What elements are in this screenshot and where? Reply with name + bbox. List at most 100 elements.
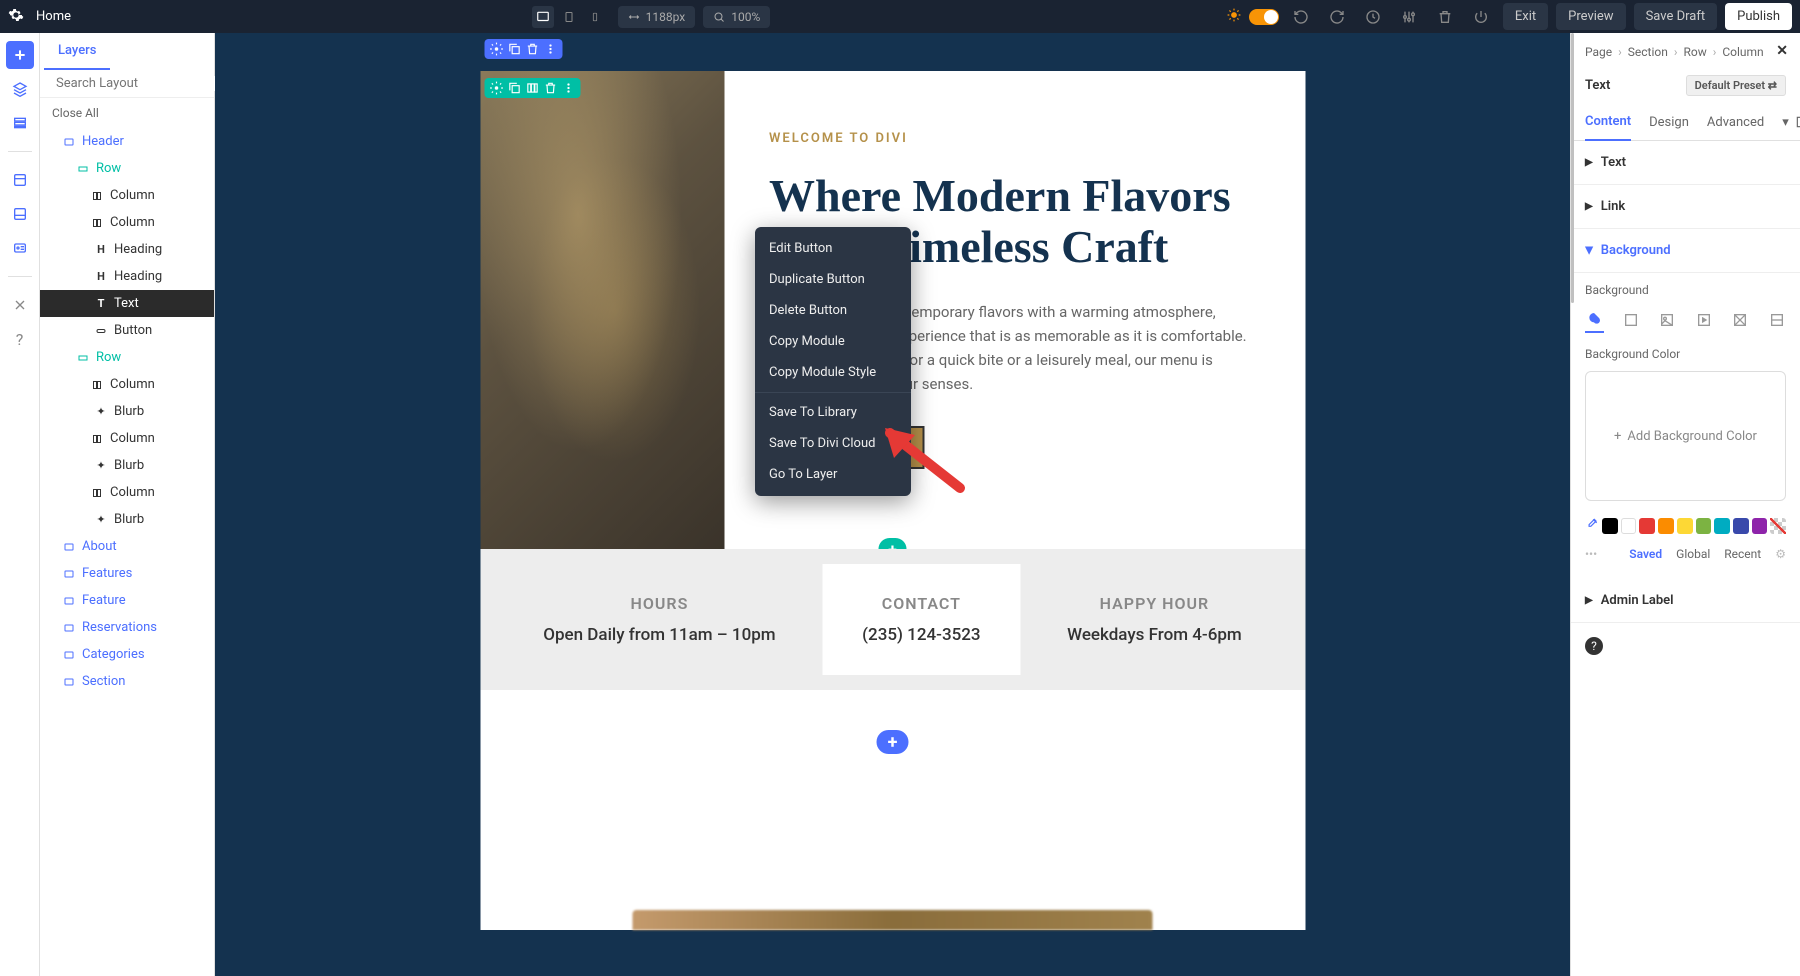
preview-button[interactable]: Preview: [1556, 3, 1625, 30]
mobile-device-btn[interactable]: [584, 6, 606, 28]
layer-item-heading[interactable]: HHeading: [40, 236, 214, 263]
layer-item-blurb[interactable]: ✦Blurb: [40, 398, 214, 425]
zoom-input[interactable]: 100%: [703, 6, 770, 28]
redo-icon[interactable]: [1323, 3, 1351, 31]
layer-item-button[interactable]: Button: [40, 317, 214, 344]
layer-item-categories[interactable]: Categories: [40, 641, 214, 668]
swatch-tab-global[interactable]: Global: [1676, 547, 1710, 561]
add-section-button[interactable]: +: [877, 730, 909, 754]
columns-icon[interactable]: [525, 81, 539, 95]
swatch-settings-icon[interactable]: ⚙: [1775, 547, 1786, 561]
exit-button[interactable]: Exit: [1503, 3, 1548, 30]
section-controls[interactable]: [484, 39, 562, 59]
layer-item-features[interactable]: Features: [40, 560, 214, 587]
ctx-edit-button[interactable]: Edit Button: [755, 233, 911, 264]
rail-icon-b[interactable]: [6, 200, 34, 228]
help-rail-icon[interactable]: ?: [6, 325, 34, 353]
gear-icon[interactable]: [489, 81, 503, 95]
eyedropper-icon[interactable]: [1585, 517, 1599, 535]
wireframe-rail-icon[interactable]: [6, 109, 34, 137]
color-swatch[interactable]: [1677, 518, 1693, 534]
save-draft-button[interactable]: Save Draft: [1634, 3, 1718, 30]
duplicate-icon[interactable]: [507, 81, 521, 95]
tab-advanced[interactable]: Advanced: [1707, 105, 1764, 140]
more-icon[interactable]: [543, 42, 557, 56]
tab-design[interactable]: Design: [1649, 105, 1689, 140]
ctx-save-to-library[interactable]: Save To Library: [755, 397, 911, 428]
rail-icon-a[interactable]: [6, 166, 34, 194]
color-swatch[interactable]: [1696, 518, 1712, 534]
color-swatch[interactable]: [1733, 518, 1749, 534]
color-swatch[interactable]: [1714, 518, 1730, 534]
layer-item-column[interactable]: Column: [40, 182, 214, 209]
layer-item-row[interactable]: Row: [40, 344, 214, 371]
layer-item-text[interactable]: TText: [40, 290, 214, 317]
bg-color-tab[interactable]: [1585, 311, 1604, 333]
color-swatch[interactable]: [1752, 518, 1768, 534]
search-layout-input[interactable]: [56, 76, 222, 91]
duplicate-icon[interactable]: [507, 42, 521, 56]
more-icon[interactable]: [561, 81, 575, 95]
bg-pattern-tab[interactable]: [1731, 309, 1750, 331]
ctx-copy-module-style[interactable]: Copy Module Style: [755, 357, 911, 388]
row-controls[interactable]: [484, 78, 580, 98]
trash-icon[interactable]: [1431, 3, 1459, 31]
layers-tab[interactable]: Layers: [44, 33, 110, 70]
swatch-tab-recent[interactable]: Recent: [1724, 547, 1761, 561]
ctx-duplicate-button[interactable]: Duplicate Button: [755, 264, 911, 295]
tablet-device-btn[interactable]: [558, 6, 580, 28]
history-icon[interactable]: [1359, 3, 1387, 31]
desktop-device-btn[interactable]: [532, 6, 554, 28]
theme-toggle[interactable]: [1249, 9, 1279, 25]
canvas[interactable]: WELCOME TO DIVI Where Modern Flavors Mee…: [215, 33, 1570, 976]
color-swatch[interactable]: [1658, 518, 1674, 534]
bg-gradient-tab[interactable]: [1622, 309, 1641, 331]
expand-icon[interactable]: [1795, 115, 1800, 129]
layer-item-section[interactable]: Section: [40, 668, 214, 695]
rail-icon-c[interactable]: [6, 234, 34, 262]
add-element-icon[interactable]: [6, 41, 34, 69]
ctx-copy-module[interactable]: Copy Module: [755, 326, 911, 357]
accordion-link[interactable]: ▶Link: [1571, 185, 1800, 229]
power-icon[interactable]: [1467, 3, 1495, 31]
chevron-down-icon[interactable]: ▾: [1782, 115, 1789, 130]
ctx-save-to-divi-cloud[interactable]: Save To Divi Cloud: [755, 428, 911, 459]
layer-item-column[interactable]: Column: [40, 479, 214, 506]
layer-item-about[interactable]: About: [40, 533, 214, 560]
accordion-text[interactable]: ▶Text: [1571, 141, 1800, 185]
crumb[interactable]: Column: [1722, 45, 1763, 59]
add-bg-color-dropzone[interactable]: +Add Background Color: [1585, 371, 1786, 501]
layer-item-heading[interactable]: HHeading: [40, 263, 214, 290]
settings-sliders-icon[interactable]: [1395, 3, 1423, 31]
crumb[interactable]: Row: [1683, 45, 1706, 59]
accordion-background[interactable]: ▶Background: [1571, 229, 1800, 273]
layer-item-column[interactable]: Column: [40, 371, 214, 398]
layer-item-header[interactable]: Header: [40, 128, 214, 155]
close-all-button[interactable]: Close All: [40, 98, 214, 128]
tools-rail-icon[interactable]: [6, 291, 34, 319]
trash-icon[interactable]: [525, 42, 539, 56]
bg-video-tab[interactable]: [1695, 309, 1714, 331]
publish-button[interactable]: Publish: [1725, 3, 1792, 30]
layer-item-column[interactable]: Column: [40, 209, 214, 236]
page-title[interactable]: Home: [36, 9, 71, 24]
color-swatch[interactable]: [1602, 518, 1618, 534]
color-swatch-transparent[interactable]: [1770, 518, 1786, 534]
undo-icon[interactable]: [1287, 3, 1315, 31]
layer-item-column[interactable]: Column: [40, 425, 214, 452]
more-swatches-icon[interactable]: •••: [1585, 547, 1597, 561]
layers-rail-icon[interactable]: [6, 75, 34, 103]
layer-item-blurb[interactable]: ✦Blurb: [40, 506, 214, 533]
close-panel-icon[interactable]: ✕: [1776, 43, 1788, 59]
layer-item-blurb[interactable]: ✦Blurb: [40, 452, 214, 479]
gear-icon[interactable]: [489, 42, 503, 56]
help-icon[interactable]: ?: [1585, 637, 1603, 655]
layer-item-row[interactable]: Row: [40, 155, 214, 182]
ctx-delete-button[interactable]: Delete Button: [755, 295, 911, 326]
bg-image-tab[interactable]: [1658, 309, 1677, 331]
crumb[interactable]: Section: [1628, 45, 1668, 59]
gear-icon[interactable]: [8, 7, 24, 27]
crumb[interactable]: Page: [1585, 45, 1612, 59]
layer-item-feature[interactable]: Feature: [40, 587, 214, 614]
color-swatch[interactable]: [1621, 518, 1637, 534]
